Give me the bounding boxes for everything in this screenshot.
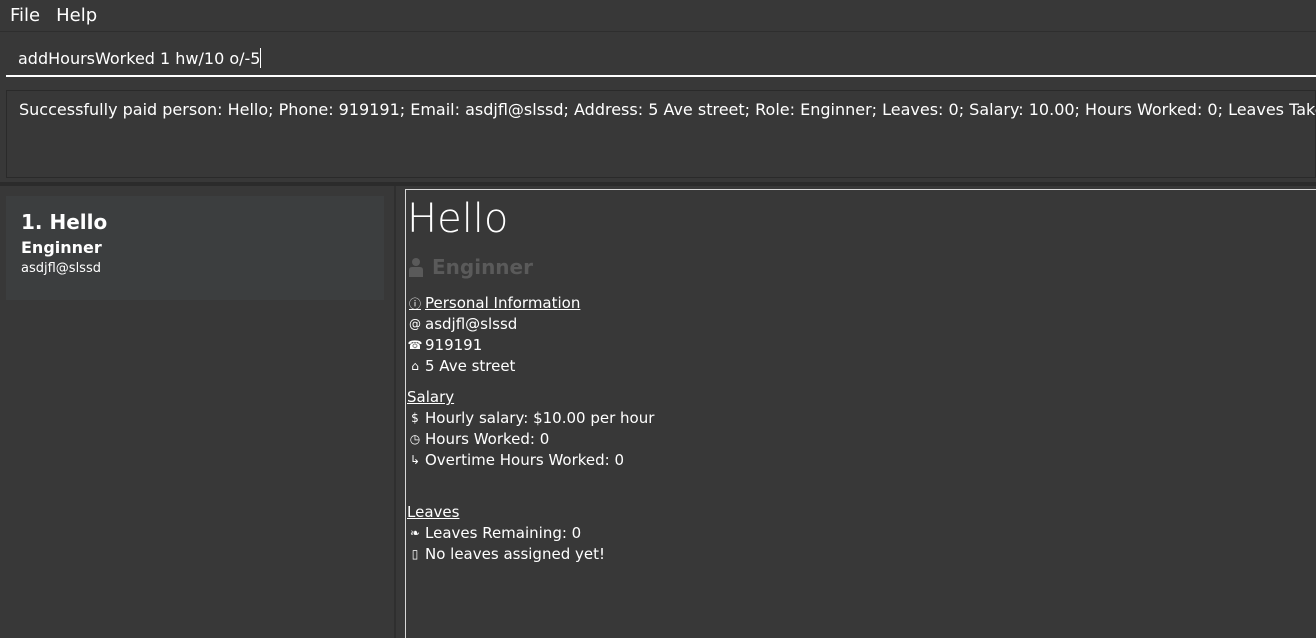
menu-file[interactable]: File xyxy=(0,5,40,26)
calendar-icon: ▯ xyxy=(411,547,419,561)
hourly-salary-row: $ Hourly salary: $10.00 per hour xyxy=(407,409,654,427)
no-leaves-row: ▯ No leaves assigned yet! xyxy=(407,545,605,563)
overtime-row: ↳ Overtime Hours Worked: 0 xyxy=(407,451,624,469)
personal-info-label: Personal Information xyxy=(425,294,581,312)
leaves-remaining-row: ❧ Leaves Remaining: 0 xyxy=(407,524,581,542)
leaves-remaining-value: Leaves Remaining: 0 xyxy=(425,524,582,542)
address-row: ⌂ 5 Ave street xyxy=(407,357,515,375)
menu-help[interactable]: Help xyxy=(46,5,97,26)
person-card-email: asdjfl@slssd xyxy=(21,261,101,276)
result-display: Successfully paid person: Hello; Phone: … xyxy=(6,90,1316,178)
command-box[interactable]: addHoursWorked 1 hw/10 o/-5 xyxy=(6,40,1316,77)
person-card[interactable]: 1. Hello Enginner asdjfl@slssd xyxy=(6,196,384,300)
phone-row: ☎ 919191 xyxy=(407,336,483,354)
detail-name: Hello xyxy=(407,196,509,242)
home-icon: ⌂ xyxy=(411,359,419,373)
detail-role: Enginner xyxy=(408,255,533,279)
phone-icon: ☎ xyxy=(407,338,423,352)
command-input-wrapper[interactable]: addHoursWorked 1 hw/10 o/-5 xyxy=(18,48,262,68)
info-icon: ⓘ xyxy=(408,296,421,311)
email-row: @ asdjfl@slssd xyxy=(407,315,517,333)
phone-value: 919191 xyxy=(425,336,483,354)
personal-info-heading: ⓘ Personal Information xyxy=(407,294,580,312)
dollar-icon: $ xyxy=(411,411,419,425)
salary-heading: Salary xyxy=(407,388,455,406)
hours-worked-row: ◷ Hours Worked: 0 xyxy=(407,430,550,448)
overtime-icon: ↳ xyxy=(409,453,421,467)
split-pane-divider[interactable] xyxy=(394,186,396,638)
text-caret xyxy=(260,48,262,68)
person-list-panel[interactable]: 1. Hello Enginner asdjfl@slssd xyxy=(0,186,394,638)
person-icon xyxy=(409,258,423,277)
hourly-salary-value: Hourly salary: $10.00 per hour xyxy=(425,409,655,427)
clock-icon: ◷ xyxy=(409,432,421,446)
address-value: 5 Ave street xyxy=(425,357,516,375)
hours-worked-value: Hours Worked: 0 xyxy=(425,430,550,448)
detail-role-label: Enginner xyxy=(432,255,533,279)
person-card-name: 1. Hello xyxy=(21,210,108,234)
email-value: asdjfl@slssd xyxy=(425,315,518,333)
leaf-icon: ❧ xyxy=(409,526,421,540)
person-card-role: Enginner xyxy=(21,238,102,257)
leaves-heading: Leaves xyxy=(407,503,460,521)
person-detail-panel: Hello Enginner ⓘ Personal Information @ … xyxy=(405,189,1316,638)
menu-bar: File Help xyxy=(0,0,1316,32)
result-message: Successfully paid person: Hello; Phone: … xyxy=(19,100,1316,119)
overtime-value: Overtime Hours Worked: 0 xyxy=(425,451,625,469)
command-input[interactable]: addHoursWorked 1 hw/10 o/-5 xyxy=(18,49,260,68)
no-leaves-value: No leaves assigned yet! xyxy=(425,545,605,563)
at-icon: @ xyxy=(409,317,421,331)
